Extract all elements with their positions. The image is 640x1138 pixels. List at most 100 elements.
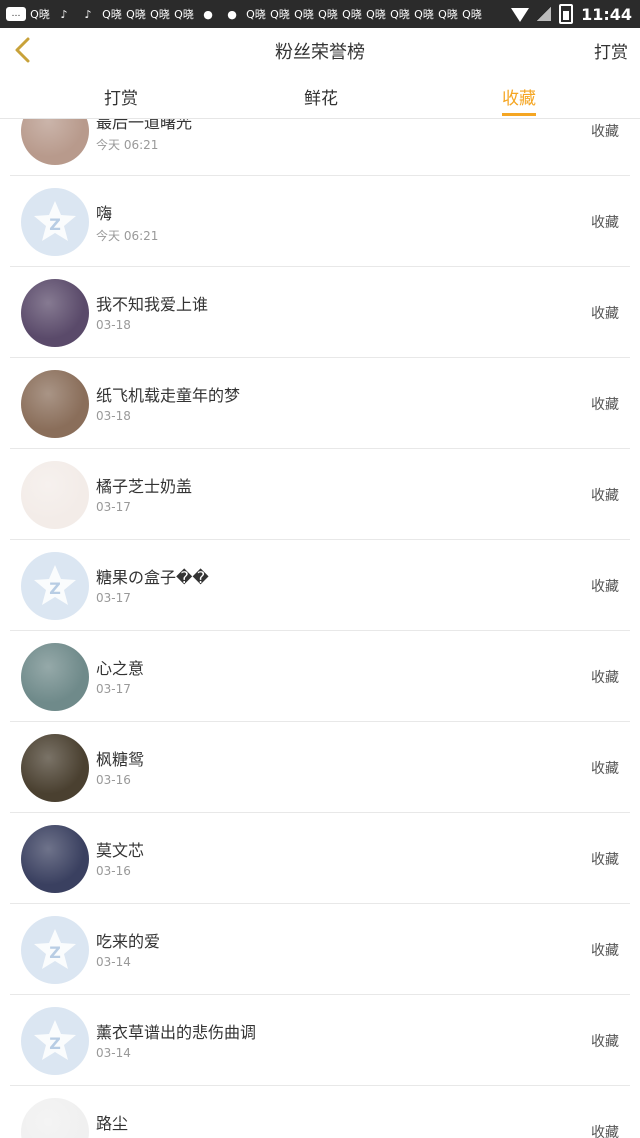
user-name: 糖果の盒子�� xyxy=(96,568,209,587)
favorite-label: 收藏 xyxy=(591,943,619,959)
tab-bar: 打赏 鲜花 收藏 xyxy=(0,72,640,119)
date-label: 今天 06:21 xyxy=(96,138,159,152)
tab-label: 鲜花 xyxy=(304,89,338,109)
list-item[interactable]: 我不知我爱上谁 03-18 收藏 xyxy=(10,267,630,358)
default-avatar-icon: Z xyxy=(21,1007,89,1075)
date-label: 今天 06:21 xyxy=(96,229,159,243)
list-item[interactable]: Z 嗨今天 06:21 收藏 xyxy=(10,176,630,267)
avatar xyxy=(21,643,89,711)
avatar xyxy=(21,279,89,347)
tab-flowers[interactable]: 鲜花 xyxy=(304,84,338,109)
app-notification-icon: Q晓 xyxy=(438,8,458,21)
nav-header: 粉丝荣誉榜 打赏 xyxy=(0,28,640,73)
svg-text:Z: Z xyxy=(49,579,61,598)
page-title: 粉丝荣誉榜 xyxy=(275,42,365,63)
date-label: 03-16 xyxy=(96,773,131,787)
app-notification-icon: ● xyxy=(203,7,213,21)
list-item[interactable]: 莫文芯 03-16 收藏 xyxy=(10,813,630,904)
chat-notification-icon: … xyxy=(6,7,26,21)
tab-underline xyxy=(502,113,536,116)
svg-text:Z: Z xyxy=(49,215,61,234)
app-notification-icon: Q晓 xyxy=(126,8,146,21)
user-name: 最后一道曙光 xyxy=(96,119,193,132)
default-avatar-icon: Z xyxy=(21,188,89,256)
date-label: 03-18 xyxy=(96,409,131,423)
tab-label: 打赏 xyxy=(104,89,138,109)
app-notification-icon: Q晓 xyxy=(246,8,266,21)
date-label: 03-14 xyxy=(96,1046,131,1060)
tab-favorites[interactable]: 收藏 xyxy=(502,84,536,116)
reward-button[interactable]: 打赏 xyxy=(594,38,628,63)
avatar xyxy=(21,370,89,438)
list-item[interactable]: Z 薰衣草谱出的悲伤曲调 03-14 收藏 xyxy=(10,995,630,1086)
default-avatar-icon: Z xyxy=(21,552,89,620)
app-notification-icon: Q晓 xyxy=(414,8,434,21)
date-label: 03-18 xyxy=(96,318,131,332)
list-item[interactable]: 心之意 03-17 收藏 xyxy=(10,631,630,722)
favorite-label: 收藏 xyxy=(591,761,619,777)
app-notification-icon: Q晓 xyxy=(102,8,122,21)
date-label: 03-14 xyxy=(96,955,131,969)
app-notification-icon: Q晓 xyxy=(150,8,170,21)
user-name: 心之意 xyxy=(96,659,145,678)
user-name: 吃来的爱 xyxy=(96,932,161,951)
app-notification-icon: ♪ xyxy=(84,7,92,21)
favorite-label: 收藏 xyxy=(591,1125,619,1138)
app-notification-icon: Q晓 xyxy=(342,8,362,21)
tab-reward[interactable]: 打赏 xyxy=(104,84,138,109)
user-name: 橘子芝士奶盖 xyxy=(96,477,193,496)
favorite-label: 收藏 xyxy=(591,579,619,595)
list-item[interactable]: 纸飞机载走童年的梦 03-18 收藏 xyxy=(10,358,630,449)
favorite-label: 收藏 xyxy=(591,852,619,868)
list-item[interactable]: 橘子芝士奶盖 03-17 收藏 xyxy=(10,449,630,540)
status-indicators: 11:44 xyxy=(511,4,632,24)
svg-text:Z: Z xyxy=(49,943,61,962)
default-avatar-icon: Z xyxy=(21,916,89,984)
user-name: 枫糖鸳 xyxy=(96,750,145,769)
date-label: 03-16 xyxy=(96,864,131,878)
favorite-label: 收藏 xyxy=(591,215,619,231)
favorite-label: 收藏 xyxy=(591,488,619,504)
tab-label: 收藏 xyxy=(502,89,536,109)
favorite-label: 收藏 xyxy=(591,670,619,686)
svg-text:Z: Z xyxy=(49,1034,61,1053)
app-notification-icon: ♪ xyxy=(60,7,68,21)
avatar xyxy=(21,1098,89,1138)
user-name: 嗨 xyxy=(96,204,113,223)
avatar xyxy=(21,734,89,802)
user-name: 我不知我爱上谁 xyxy=(96,295,209,314)
battery-icon xyxy=(559,4,574,24)
signal-icon xyxy=(537,7,552,21)
app-notification-icon: Q晓 xyxy=(366,8,386,21)
favorite-label: 收藏 xyxy=(591,1034,619,1050)
favorite-label: 收藏 xyxy=(591,124,619,140)
list-item[interactable]: Z 糖果の盒子�� 03-17 收藏 xyxy=(10,540,630,631)
user-name: 莫文芯 xyxy=(96,841,145,860)
favorite-label: 收藏 xyxy=(591,397,619,413)
app-notification-icon: Q晓 xyxy=(462,8,482,21)
date-label: 03-17 xyxy=(96,682,131,696)
avatar xyxy=(21,119,89,165)
app-notification-icon: Q晓 xyxy=(318,8,338,21)
app-notification-icon: Q晓 xyxy=(270,8,290,21)
fan-list[interactable]: 最后一道曙光 今天 06:21 收藏 Z 嗨今天 06:21 收藏 我不知我爱上谁 03-18… xyxy=(0,119,640,1138)
favorite-label: 收藏 xyxy=(591,306,619,322)
notification-icons: … Q晓 ♪ ♪ Q晓 Q晓 Q晓 Q晓 ● ● Q晓 Q晓 Q晓 Q晓 Q晓 Q晓 Q晓 Q晓 Q晓 Q晓 xyxy=(6,4,482,24)
list-item[interactable]: 路尘收藏 xyxy=(10,1086,630,1138)
app-notification-icon: Q晓 xyxy=(174,8,194,21)
app-notification-icon: Q晓 xyxy=(390,8,410,21)
clock: 11:44 xyxy=(581,4,632,24)
list-item[interactable]: 最后一道曙光 今天 06:21 收藏 xyxy=(10,119,630,176)
user-name: 路尘 xyxy=(96,1114,129,1133)
list-item[interactable]: Z 吃来的爱 03-14 收藏 xyxy=(10,904,630,995)
status-bar: … Q晓 ♪ ♪ Q晓 Q晓 Q晓 Q晓 ● ● Q晓 Q晓 Q晓 Q晓 Q晓 Q晓 Q晓 Q晓 Q晓 Q晓 11:4… xyxy=(0,0,640,28)
app-notification-icon: Q晓 xyxy=(294,8,314,21)
user-name: 薰衣草谱出的悲伤曲调 xyxy=(96,1023,257,1042)
app-notification-icon: Q晓 xyxy=(30,8,50,21)
avatar xyxy=(21,825,89,893)
avatar xyxy=(21,461,89,529)
date-label: 03-17 xyxy=(96,591,131,605)
wifi-icon xyxy=(511,8,530,22)
date-label: 03-17 xyxy=(96,500,131,514)
list-item[interactable]: 枫糖鸳 03-16 收藏 xyxy=(10,722,630,813)
